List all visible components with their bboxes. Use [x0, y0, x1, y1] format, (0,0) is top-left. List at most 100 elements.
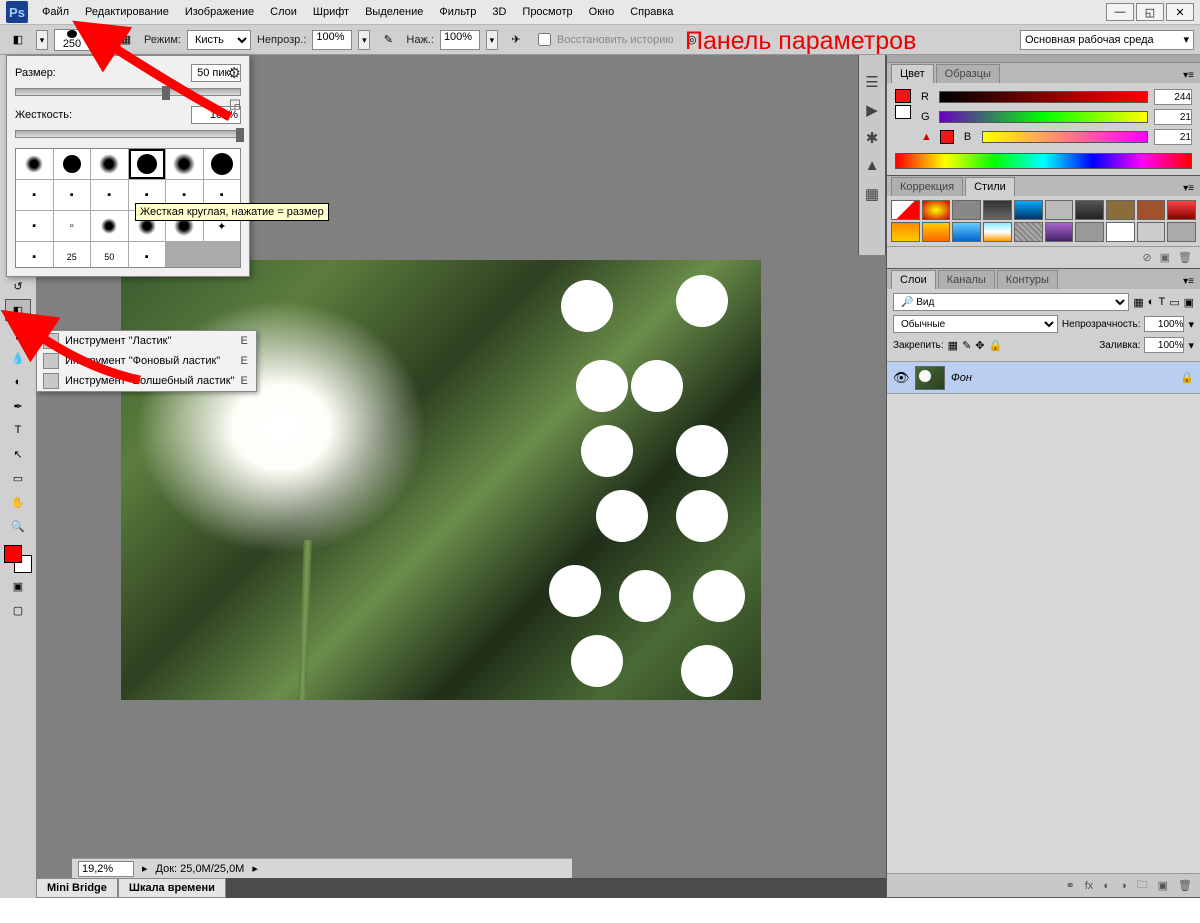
style-swatch[interactable]: [1014, 200, 1043, 220]
style-swatch[interactable]: [922, 200, 951, 220]
menu-3d[interactable]: 3D: [484, 2, 514, 22]
bg-swatch[interactable]: [895, 105, 911, 119]
brush-preset[interactable]: [204, 149, 241, 179]
panel-menu-icon[interactable]: ▾≡: [1177, 68, 1200, 83]
fg-swatch[interactable]: [895, 89, 911, 103]
style-swatch[interactable]: [1014, 222, 1043, 242]
erase-history-checkbox[interactable]: [538, 33, 551, 46]
menu-file[interactable]: Файл: [34, 2, 77, 22]
path-tool[interactable]: ↖: [5, 443, 31, 465]
history-brush-tool[interactable]: ↺: [5, 275, 31, 297]
style-swatch[interactable]: [891, 222, 920, 242]
zoom-input[interactable]: 19,2%: [78, 861, 134, 877]
doc-info-dropdown[interactable]: ▸: [252, 862, 258, 875]
tab-channels[interactable]: Каналы: [938, 270, 995, 289]
brush-preset[interactable]: [16, 149, 53, 179]
lock-trans-icon[interactable]: ▦: [948, 339, 958, 352]
style-swatch[interactable]: [1075, 200, 1104, 220]
blur-tool[interactable]: 💧: [5, 347, 31, 369]
b-input[interactable]: [1154, 129, 1192, 145]
eraser-tool-icon[interactable]: ◧: [6, 28, 30, 52]
brush-preset[interactable]: [91, 149, 128, 179]
g-input[interactable]: [1154, 109, 1192, 125]
brush-preset[interactable]: [54, 149, 91, 179]
filter-adjust-icon[interactable]: ◐: [1148, 296, 1155, 308]
menu-window[interactable]: Окно: [581, 2, 623, 22]
layer-row[interactable]: 👁 Фон 🔒: [887, 362, 1200, 394]
quickmask-toggle[interactable]: ▣: [5, 575, 31, 597]
trash-icon[interactable]: 🗑: [1178, 251, 1192, 264]
flyout-bg-eraser[interactable]: Инструмент "Фоновый ластик"E: [37, 351, 256, 371]
brush-panel-toggle-icon[interactable]: ▦: [114, 28, 138, 52]
folder-icon[interactable]: 🗀: [1137, 876, 1148, 895]
tab-styles[interactable]: Стили: [965, 177, 1015, 196]
style-swatch[interactable]: [983, 222, 1012, 242]
flyout-eraser[interactable]: Инструмент "Ластик"E: [37, 331, 256, 351]
pen-tool[interactable]: ✒: [5, 395, 31, 417]
hand-tool[interactable]: ✋: [5, 491, 31, 513]
brush-picker-dropdown[interactable]: ▾: [96, 30, 108, 50]
brush-preset[interactable]: 25: [54, 242, 91, 268]
menu-edit[interactable]: Редактирование: [77, 2, 177, 22]
menu-filter[interactable]: Фильтр: [431, 2, 484, 22]
workspace-select[interactable]: Основная рабочая среда▾: [1020, 30, 1194, 50]
brush-preset[interactable]: ▫: [54, 211, 91, 241]
brush-preset[interactable]: [91, 211, 128, 241]
pressure-opacity-icon[interactable]: ✎: [376, 28, 400, 52]
compass-icon[interactable]: ✱: [862, 129, 882, 147]
panel-collapse-toggle[interactable]: [887, 55, 1200, 63]
link-icon[interactable]: ⚭: [1066, 879, 1075, 892]
actions-icon[interactable]: ▶: [862, 101, 882, 119]
histogram-icon[interactable]: ▲: [862, 157, 882, 175]
new-icon[interactable]: ▣: [1158, 879, 1168, 892]
tab-paths[interactable]: Контуры: [997, 270, 1058, 289]
style-swatch[interactable]: [1137, 222, 1166, 242]
lock-all-icon[interactable]: 🔒: [989, 339, 1003, 352]
layer-thumbnail[interactable]: [915, 366, 945, 390]
clear-style-icon[interactable]: ⊘: [1142, 251, 1151, 264]
warn-swatch[interactable]: [940, 130, 954, 144]
document-canvas[interactable]: [121, 260, 761, 700]
airbrush-icon[interactable]: ✈: [504, 28, 528, 52]
r-input[interactable]: [1154, 89, 1192, 105]
gear-icon[interactable]: ⚙: [228, 64, 241, 82]
adjust-icon[interactable]: ◑: [1120, 880, 1127, 892]
flyout-magic-eraser[interactable]: Инструмент "Волшебный ластик"E: [37, 371, 256, 391]
layer-opacity-input[interactable]: [1144, 316, 1184, 332]
maximize-button[interactable]: ◱: [1136, 3, 1164, 21]
dodge-tool[interactable]: ◐: [5, 371, 31, 393]
tab-color[interactable]: Цвет: [891, 64, 934, 83]
tab-layers[interactable]: Слои: [891, 270, 936, 289]
g-slider[interactable]: [939, 111, 1148, 123]
style-swatch[interactable]: [1167, 222, 1196, 242]
new-preset-icon[interactable]: ◲: [229, 96, 241, 112]
panel-menu-icon[interactable]: ▾≡: [1177, 274, 1200, 289]
new-style-icon[interactable]: ▣: [1160, 251, 1170, 264]
style-swatch[interactable]: [952, 200, 981, 220]
brush-preset-selected[interactable]: [129, 149, 166, 179]
style-none[interactable]: [891, 200, 920, 220]
menu-select[interactable]: Выделение: [357, 2, 431, 22]
type-tool[interactable]: T: [5, 419, 31, 441]
fg-color-swatch[interactable]: [4, 545, 22, 563]
blend-mode-select[interactable]: Обычные: [893, 315, 1058, 333]
color-swatch[interactable]: [4, 545, 32, 573]
fill-input[interactable]: [1144, 337, 1184, 353]
brush-preview[interactable]: 250: [54, 29, 90, 51]
visibility-icon[interactable]: 👁: [893, 370, 909, 386]
brush-preset[interactable]: 50: [91, 242, 128, 268]
tab-swatches[interactable]: Образцы: [936, 64, 1000, 83]
brush-preset[interactable]: ▪: [129, 242, 166, 268]
mode-select[interactable]: Кисть: [187, 30, 251, 50]
brush-preset[interactable]: ▪: [16, 242, 53, 268]
trash-icon[interactable]: 🗑: [1178, 879, 1192, 892]
size-slider[interactable]: [15, 88, 241, 96]
tool-preset-dropdown[interactable]: ▾: [36, 30, 48, 50]
brush-preset[interactable]: [166, 149, 203, 179]
minimize-button[interactable]: —: [1106, 3, 1134, 21]
lock-icon[interactable]: 🔒: [1180, 371, 1194, 384]
tab-adjustments[interactable]: Коррекция: [891, 177, 963, 196]
lock-pos-icon[interactable]: ✥: [975, 339, 984, 352]
spectrum-bar[interactable]: [895, 153, 1192, 169]
filter-shape-icon[interactable]: ▭: [1169, 296, 1179, 309]
